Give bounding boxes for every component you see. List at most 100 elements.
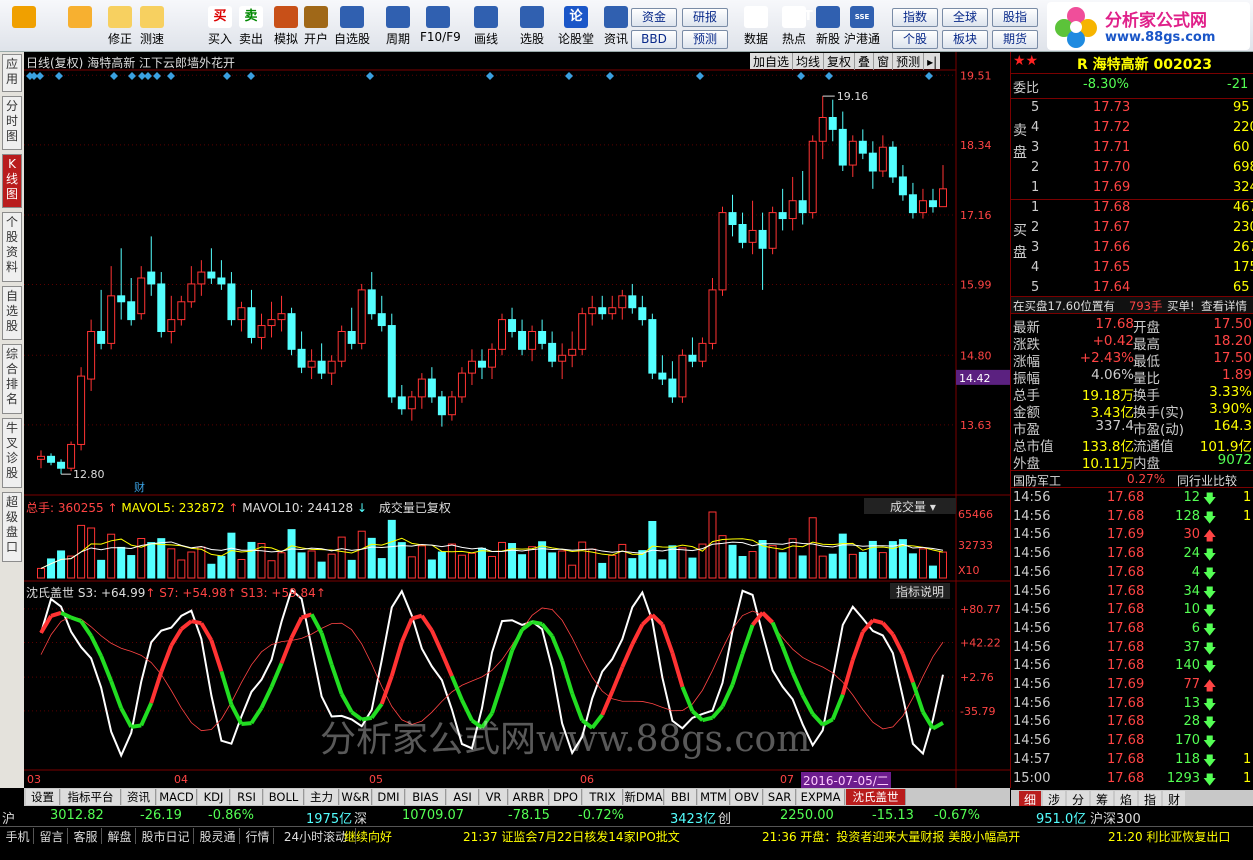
alert-detail-link[interactable]: 查看详情 [1201,298,1247,314]
side-tab-3[interactable]: 个股资料 [2,212,22,282]
industry-name[interactable]: 国防军工 [1013,472,1061,489]
indicator-tab-16[interactable]: 新DMA [624,789,664,805]
quick-button-3[interactable]: 预测 [682,30,728,49]
side-tab-6[interactable]: 牛叉诊股 [2,418,22,488]
event-diamond-icon[interactable] [144,72,152,80]
panel-tab-2[interactable]: 分 [1067,791,1089,807]
toolbar-back-arrow-button[interactable] [62,4,98,50]
ask-row[interactable]: 2 17.70 698 [1011,160,1253,180]
side-tab-4[interactable]: 自选股 [2,286,22,340]
panel-tab-5[interactable]: 指 [1139,791,1161,807]
event-diamond-icon[interactable] [565,72,573,80]
indicator-tab-8[interactable]: W&R [340,789,372,805]
star-icon[interactable]: ★★ [1013,53,1038,69]
toolbar-lock-button[interactable]: 开户 [298,4,334,50]
bid-row[interactable]: 4 17.65 175 [1011,260,1253,280]
indicator-help-button[interactable]: 指标说明 [890,583,950,599]
bid-row[interactable]: 3 17.66 267 [1011,240,1253,260]
chart-canvas[interactable]: 19.51 18.34 17.16 15.99 14.80 13.63 14.42 19.16… [24,52,1010,788]
side-tab-5[interactable]: 综合排名 [2,344,22,414]
toolbar-speed-button[interactable]: 测速 [134,4,170,50]
news-ticker-1[interactable]: 继续向好 [344,828,392,845]
news-ticker-2[interactable]: 21:37 证监会7月22日核发14家IPO批文 [463,828,680,845]
event-diamond-icon[interactable] [925,72,933,80]
panel-tab-0[interactable]: 细 [1019,791,1041,807]
toolbar-data-button[interactable]: PE 数据 [738,4,774,50]
collapse-arrow-icon[interactable]: ▸| [924,55,940,69]
event-diamond-icon[interactable] [110,72,118,80]
industry-compare-button[interactable]: 同行业比较 [1177,472,1237,489]
ask-row[interactable]: 5 17.73 95 [1011,100,1253,120]
toolbar-home-grid-button[interactable] [6,4,42,50]
indicator-tab-19[interactable]: OBV [731,789,763,805]
ask-row[interactable]: 3 17.71 60 [1011,140,1253,160]
toolbar-talk-button[interactable]: 论论股堂 [558,4,594,50]
alert-bar[interactable]: 在买盘17.60位置有 793手 买单! 查看详情 [1011,296,1253,314]
cai-label[interactable]: 财 [134,480,145,494]
side-tab-7[interactable]: 超级盘口 [2,492,22,562]
quick-button-2[interactable]: 研报 [682,8,728,27]
event-diamond-icon[interactable] [247,72,255,80]
toolbar-clock-button[interactable]: 周期 [380,4,416,50]
quick-button-8[interactable]: 股指 [992,8,1038,27]
event-diamond-icon[interactable] [223,72,231,80]
indicator-tab-14[interactable]: DPO [550,789,582,805]
toolbar-select-button[interactable]: 选股 [514,4,550,50]
indicator-tab-22[interactable]: 沈氏盖世 [846,789,906,805]
event-diamond-icon[interactable] [797,72,805,80]
indicator-tab-13[interactable]: ARBR [509,789,549,805]
ask-row[interactable]: 4 17.72 220 [1011,120,1253,140]
panel-tab-1[interactable]: 涉 [1043,791,1065,807]
quick-button-9[interactable]: 期货 [992,30,1038,49]
bid-row[interactable]: 1 17.68 467 [1011,200,1253,220]
event-diamond-icon[interactable] [128,72,136,80]
toolbar-newstock-button[interactable]: 新股 [810,4,846,50]
event-diamond-icon[interactable] [167,72,175,80]
event-diamond-icon[interactable] [606,72,614,80]
panel-tab-4[interactable]: 焰 [1115,791,1137,807]
indicator-tab-11[interactable]: ASI [447,789,479,805]
quick-button-4[interactable]: 指数 [892,8,938,27]
ask-row[interactable]: 1 17.69 324 [1011,180,1253,200]
side-tab-0[interactable]: 应用 [2,54,22,92]
quick-button-5[interactable]: 个股 [892,30,938,49]
indicator-tab-15[interactable]: TRIX [583,789,623,805]
indicator-tab-10[interactable]: BIAS [406,789,446,805]
toolbar-pen-button[interactable]: 画线 [468,4,504,50]
chart-button-3[interactable]: 叠 [855,53,875,70]
event-diamond-icon[interactable] [55,72,63,80]
quick-button-0[interactable]: 资金 [631,8,677,27]
news-ticker-3[interactable]: 21:36 开盘：投资者迎来大量财报 美股小幅高开 [762,828,1020,845]
toolbar-up-down-button[interactable]: 修正 [102,4,138,50]
footer-button-5[interactable]: 股灵通 [196,828,240,844]
indicator-tab-6[interactable]: BOLL [264,789,304,805]
chart-button-4[interactable]: 窗 [874,53,894,70]
indicator-tab-4[interactable]: KDJ [198,789,230,805]
indicator-tab-12[interactable]: VR [480,789,508,805]
panel-tab-3[interactable]: 筹 [1091,791,1113,807]
event-diamond-icon[interactable] [366,72,374,80]
toolbar-star-button[interactable]: 自选股 [334,4,370,50]
footer-button-0[interactable]: 手机 [2,828,34,844]
news-ticker-4[interactable]: 21:20 利比亚恢复出口 [1108,828,1230,845]
event-diamond-icon[interactable] [153,72,161,80]
chart-button-1[interactable]: 均线 [793,53,825,70]
event-diamond-icon[interactable] [36,72,44,80]
toolbar-sell-button[interactable]: 卖卖出 [233,4,269,50]
indicator-tab-17[interactable]: BBI [665,789,697,805]
indicator-tab-21[interactable]: EXPMA [797,789,845,805]
quick-button-7[interactable]: 板块 [942,30,988,49]
chart-button-2[interactable]: 复权 [824,53,856,70]
indicator-tab-2[interactable]: 资讯 [122,789,156,805]
kline-chart-area[interactable]: 19.51 18.34 17.16 15.99 14.80 13.63 14.42 19.16… [24,52,1010,789]
panel-tab-6[interactable]: 财 [1163,791,1185,807]
indicator-tab-5[interactable]: RSI [231,789,263,805]
footer-button-4[interactable]: 股市日记 [138,828,194,844]
footer-button-1[interactable]: 留言 [36,828,68,844]
indicator-tab-20[interactable]: SAR [764,789,796,805]
event-diamond-icon[interactable] [486,72,494,80]
footer-button-6[interactable]: 行情 [242,828,274,844]
indicator-tab-3[interactable]: MACD [157,789,197,805]
indicator-tab-18[interactable]: MTM [698,789,730,805]
event-diamond-icon[interactable] [696,72,704,80]
